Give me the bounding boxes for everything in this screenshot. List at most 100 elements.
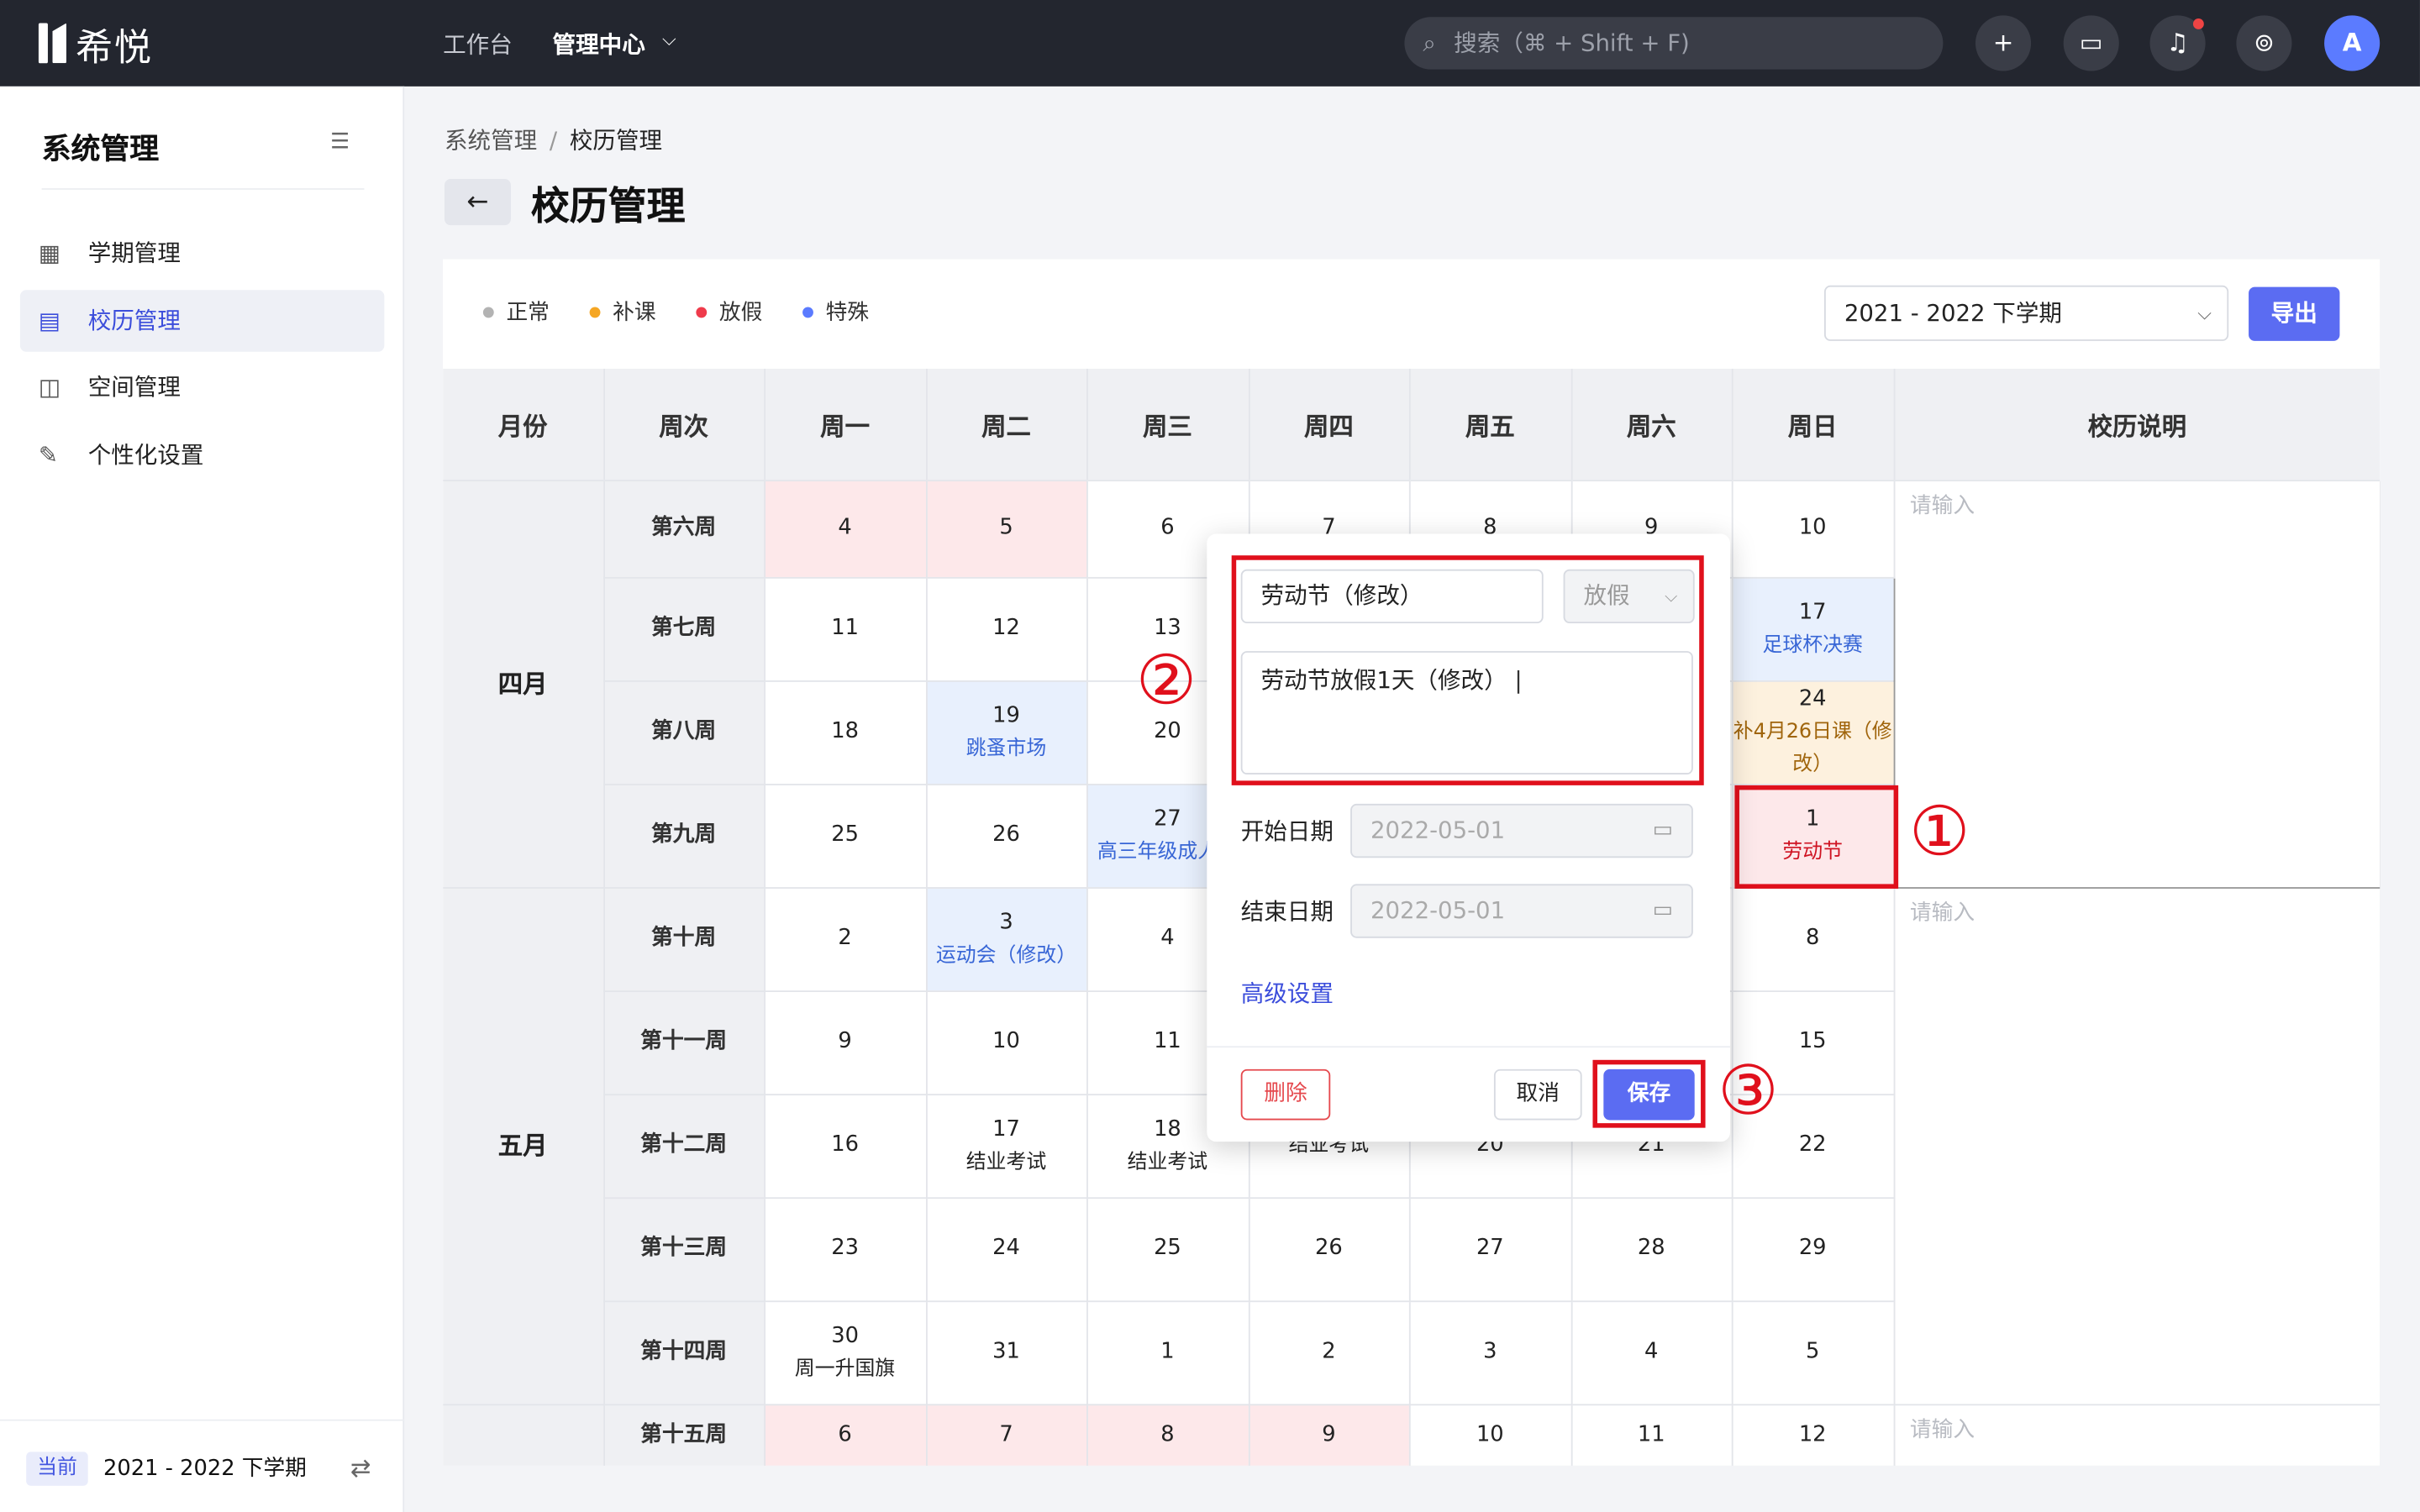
popup-divider	[1207, 1046, 1730, 1048]
notification-dot	[2192, 18, 2204, 29]
day-cell[interactable]: 11	[763, 576, 927, 681]
breadcrumb-parent[interactable]: 系统管理	[445, 127, 537, 155]
day-cell[interactable]: 25	[763, 783, 927, 889]
day-cell[interactable]: 10	[1730, 479, 1895, 578]
day-cell[interactable]: 4	[1570, 1299, 1733, 1405]
event-name-input[interactable]: 劳动节（修改）	[1240, 569, 1544, 624]
collapse-sidebar-icon[interactable]: ☰	[330, 129, 350, 154]
event-description-textarea[interactable]: 劳动节放假1天（修改） |	[1240, 651, 1693, 775]
header-wed: 周三	[1086, 368, 1249, 481]
day-cell[interactable]: 16	[763, 1093, 927, 1199]
day-cell[interactable]: 25	[1086, 1196, 1249, 1302]
term-select[interactable]: 2021 - 2022 下学期 ⌵	[1823, 285, 2229, 341]
day-cell[interactable]: 9	[763, 990, 927, 1095]
delete-button[interactable]: 删除	[1240, 1068, 1331, 1121]
day-cell[interactable]: 18	[763, 680, 927, 785]
day-cell[interactable]: 3	[1407, 1299, 1572, 1405]
day-cell[interactable]: 5	[1730, 1299, 1895, 1405]
logo-mark-icon-2	[52, 23, 66, 64]
breadcrumb-separator: /	[549, 126, 558, 155]
day-cell[interactable]: 24 补4月26日课（修改）	[1730, 680, 1895, 785]
logo-mark-icon	[38, 23, 48, 64]
day-cell[interactable]: 26	[1247, 1196, 1410, 1302]
day-number: 25	[1154, 1236, 1181, 1261]
day-number: 8	[1805, 926, 1820, 951]
sidebar-item-personalization[interactable]: ✎ 个性化设置	[20, 424, 384, 486]
day-cell[interactable]: 23	[763, 1196, 927, 1302]
help-icon[interactable]: ⊚	[2236, 15, 2292, 71]
calendar-icon: ▭	[1652, 897, 1673, 923]
day-cell[interactable]: 26	[925, 783, 1087, 889]
day-cell[interactable]: 8	[1730, 886, 1895, 992]
back-button[interactable]: ←	[444, 179, 511, 226]
day-cell[interactable]: 6	[763, 1403, 927, 1466]
day-number: 17	[1798, 599, 1827, 624]
day-event: 结业考试	[1127, 1150, 1208, 1173]
sidebar-item-calendar[interactable]: ▤ 校历管理	[19, 290, 385, 352]
day-cell[interactable]: 5	[925, 479, 1087, 578]
export-button[interactable]: 导出	[2249, 286, 2340, 341]
start-date-field[interactable]: 2022-05-01 ▭	[1350, 803, 1693, 858]
week-label: 第十五周	[602, 1403, 765, 1466]
app-logo[interactable]: 希悦	[38, 20, 153, 69]
day-number: 10	[992, 1029, 1020, 1054]
day-number: 26	[1315, 1236, 1343, 1261]
month-cell: 四月	[443, 479, 605, 889]
advanced-settings-link[interactable]: 高级设置	[1241, 977, 1334, 1010]
day-cell[interactable]: 29	[1730, 1196, 1895, 1302]
avatar[interactable]: A	[2324, 15, 2381, 71]
day-cell[interactable]: 9	[1247, 1403, 1410, 1466]
sidebar-item-spaces[interactable]: ◫ 空间管理	[20, 356, 384, 417]
day-number: 19	[992, 702, 1020, 728]
day-cell[interactable]: 17 足球杯决赛	[1730, 576, 1895, 681]
day-cell[interactable]: 4	[763, 479, 927, 578]
day-cell[interactable]: 17 结业考试	[925, 1093, 1087, 1199]
switch-term-icon[interactable]: ⇄	[350, 1452, 371, 1485]
day-cell[interactable]: 1	[1086, 1299, 1249, 1405]
day-cell[interactable]: 28	[1570, 1196, 1733, 1302]
nav-workbench[interactable]: 工作台	[443, 28, 513, 60]
day-cell[interactable]: 2	[763, 886, 927, 992]
global-search[interactable]: ⌕ 搜索（⌘ + Shift + F)	[1404, 17, 1944, 70]
notes-cell[interactable]: 请输入	[1892, 886, 2381, 1405]
nav-admin-center[interactable]: 管理中心	[553, 28, 645, 60]
day-cell[interactable]: 1 劳动节	[1730, 783, 1895, 889]
message-icon[interactable]: ▭	[2063, 15, 2119, 71]
cancel-button[interactable]: 取消	[1493, 1068, 1582, 1121]
save-button[interactable]: 保存	[1603, 1068, 1695, 1121]
day-cell[interactable]: 12	[925, 576, 1087, 681]
day-number: 6	[838, 1421, 852, 1446]
start-date-value: 2022-05-01	[1370, 816, 1506, 844]
start-date-label: 开始日期	[1240, 817, 1334, 846]
day-number: 4	[1160, 926, 1175, 951]
day-cell[interactable]: 7	[925, 1403, 1087, 1466]
day-cell[interactable]: 10	[1407, 1403, 1572, 1466]
sidebar-item-terms[interactable]: ▦ 学期管理	[20, 222, 384, 283]
day-cell[interactable]: 3 运动会（修改）	[925, 886, 1087, 992]
dot-icon	[696, 306, 708, 318]
notes-cell[interactable]: 请输入	[1892, 1403, 2381, 1466]
cube-icon: ◫	[38, 373, 60, 402]
day-cell[interactable]: 31	[925, 1299, 1087, 1405]
day-cell[interactable]: 19 跳蚤市场	[925, 680, 1087, 785]
day-cell[interactable]: 8	[1086, 1403, 1249, 1466]
day-number: 5	[1805, 1339, 1820, 1364]
search-icon: ⌕	[1423, 29, 1436, 57]
add-icon[interactable]: +	[1975, 15, 2032, 71]
day-cell[interactable]: 27	[1407, 1196, 1572, 1302]
day-number: 28	[1637, 1236, 1665, 1261]
day-cell[interactable]: 30 周一升国旗	[763, 1299, 927, 1405]
callout-1: ①	[1908, 793, 1970, 872]
day-cell[interactable]: 11	[1570, 1403, 1733, 1466]
legend-makeup: 补课	[589, 297, 656, 328]
day-event: 周一升国旗	[794, 1357, 896, 1380]
day-cell[interactable]: 2	[1247, 1299, 1410, 1405]
event-type-select[interactable]: 放假 ⌵	[1563, 569, 1695, 624]
day-cell[interactable]: 10	[925, 990, 1087, 1095]
header-notes: 校历说明	[1892, 368, 2381, 481]
chevron-down-icon[interactable]: ⌵	[662, 28, 676, 51]
day-cell[interactable]: 24	[925, 1196, 1087, 1302]
week-label: 第八周	[602, 680, 765, 785]
day-cell[interactable]: 12	[1730, 1403, 1895, 1466]
end-date-field[interactable]: 2022-05-01 ▭	[1350, 884, 1693, 938]
